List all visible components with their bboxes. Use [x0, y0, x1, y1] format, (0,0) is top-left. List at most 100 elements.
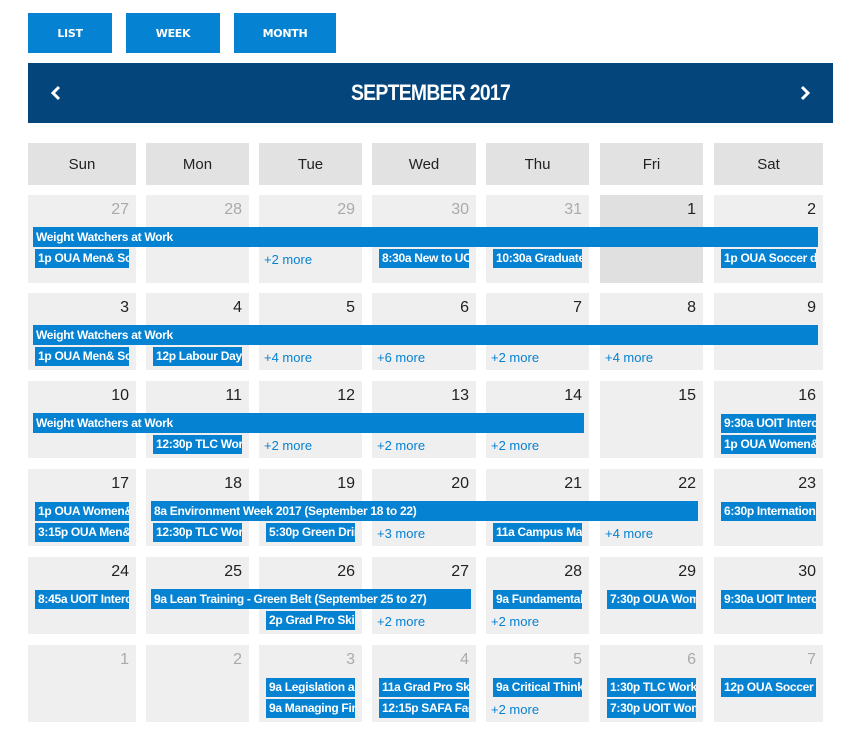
more-events-link[interactable]: +4 more — [605, 348, 653, 367]
day-number[interactable]: 16 — [798, 387, 816, 405]
calendar-event[interactable]: 9a Managing Finances — [266, 699, 355, 718]
day-number[interactable]: 7 — [573, 299, 582, 317]
weekday-sun: Sun — [28, 143, 136, 185]
day-number[interactable]: 15 — [678, 387, 696, 405]
day-number[interactable]: 6 — [460, 299, 469, 317]
calendar-event[interactable]: 1p OUA Women& Soccer — [721, 435, 816, 454]
day-cell[interactable]: 1 — [28, 645, 136, 722]
day-number[interactable]: 11 — [225, 387, 242, 405]
day-number[interactable]: 19 — [337, 475, 355, 493]
calendar-event[interactable]: 9:30a UOIT Intercampus — [721, 414, 816, 433]
day-number[interactable]: 7 — [807, 651, 816, 669]
day-cell[interactable]: 2 — [146, 645, 249, 722]
day-number[interactable]: 5 — [573, 651, 582, 669]
calendar-event[interactable]: 12p OUA Soccer — [721, 678, 816, 697]
more-events-link[interactable]: +4 more — [264, 348, 312, 367]
weekday-mon: Mon — [146, 143, 249, 185]
calendar-event[interactable]: 1p OUA Men& Soccer — [35, 347, 129, 366]
calendar-event[interactable]: 5:30p Green Drinks — [266, 523, 355, 542]
calendar-event[interactable]: 12:30p TLC Workshop — [153, 523, 242, 542]
calendar-event[interactable]: 6:30p International — [721, 502, 816, 521]
more-events-link[interactable]: +3 more — [377, 524, 425, 543]
calendar-event[interactable]: 8:30a New to UOIT — [379, 249, 469, 268]
day-number[interactable]: 6 — [687, 651, 696, 669]
calendar-event[interactable]: 3:15p OUA Men& Soccer — [35, 523, 129, 542]
day-number[interactable]: 28 — [224, 201, 242, 219]
calendar-event[interactable]: 12p Labour Day — [153, 347, 242, 366]
day-number[interactable]: 26 — [337, 563, 355, 581]
day-number[interactable]: 22 — [678, 475, 696, 493]
calendar-event[interactable]: 1p OUA Men& Soccer — [35, 249, 129, 268]
day-number[interactable]: 5 — [346, 299, 355, 317]
day-number[interactable]: 28 — [564, 563, 582, 581]
multi-day-event[interactable]: 9a Lean Training - Green Belt (September… — [151, 589, 471, 609]
month-view-button[interactable]: MONTH — [234, 13, 336, 53]
calendar-event[interactable]: 1p OUA Soccer doubleheader — [721, 249, 816, 268]
prev-month-button[interactable] — [42, 79, 70, 107]
day-number[interactable]: 27 — [111, 201, 129, 219]
day-cell[interactable]: 15 — [600, 381, 703, 458]
calendar-event[interactable]: 10:30a Graduate — [493, 249, 582, 268]
day-number[interactable]: 1 — [687, 201, 696, 219]
day-number[interactable]: 13 — [451, 387, 469, 405]
more-events-link[interactable]: +2 more — [264, 436, 312, 455]
more-events-link[interactable]: +4 more — [605, 524, 653, 543]
more-events-link[interactable]: +2 more — [377, 612, 425, 631]
day-number[interactable]: 17 — [111, 475, 129, 493]
calendar-event[interactable]: 12:15p SAFA Faculty — [379, 699, 469, 718]
calendar-event[interactable]: 11a Grad Pro Skills — [379, 678, 469, 697]
day-number[interactable]: 12 — [337, 387, 355, 405]
day-number[interactable]: 3 — [346, 651, 355, 669]
day-number[interactable]: 31 — [564, 201, 582, 219]
calendar-event[interactable]: 9:30a UOIT Intercampus — [721, 590, 816, 609]
multi-day-event[interactable]: Weight Watchers at Work — [33, 325, 818, 345]
weekday-fri: Fri — [600, 143, 703, 185]
list-view-button[interactable]: LIST — [28, 13, 112, 53]
day-number[interactable]: 20 — [451, 475, 469, 493]
calendar-event[interactable]: 9a Fundamentals — [493, 590, 582, 609]
more-events-link[interactable]: +6 more — [377, 348, 425, 367]
more-events-link[interactable]: +2 more — [491, 436, 539, 455]
more-events-link[interactable]: +2 more — [491, 612, 539, 631]
calendar-event[interactable]: 1:30p TLC Workshop — [607, 678, 696, 697]
day-number[interactable]: 3 — [120, 299, 129, 317]
multi-day-event[interactable]: 8a Environment Week 2017 (September 18 t… — [151, 501, 698, 521]
day-number[interactable]: 2 — [233, 651, 242, 669]
more-events-link[interactable]: +2 more — [491, 348, 539, 367]
calendar-event[interactable]: 12:30p TLC Workshop — [153, 435, 242, 454]
day-number[interactable]: 4 — [233, 299, 242, 317]
more-events-link[interactable]: +2 more — [377, 436, 425, 455]
day-number[interactable]: 29 — [678, 563, 696, 581]
calendar-event[interactable]: 8:45a UOIT Intercampus — [35, 590, 129, 609]
day-number[interactable]: 21 — [564, 475, 582, 493]
multi-day-event[interactable]: Weight Watchers at Work — [33, 413, 584, 433]
calendar-event[interactable]: 11a Campus Market — [493, 523, 582, 542]
more-events-link[interactable]: +2 more — [264, 250, 312, 269]
next-month-button[interactable] — [791, 79, 819, 107]
day-number[interactable]: 25 — [224, 563, 242, 581]
multi-day-event[interactable]: Weight Watchers at Work — [33, 227, 818, 247]
calendar-event[interactable]: 1p OUA Women& Soccer — [35, 502, 129, 521]
calendar-event[interactable]: 9a Critical Thinking — [493, 678, 582, 697]
day-number[interactable]: 14 — [564, 387, 582, 405]
calendar-event[interactable]: 7:30p OUA Women — [607, 590, 696, 609]
day-number[interactable]: 10 — [111, 387, 129, 405]
day-number[interactable]: 24 — [111, 563, 129, 581]
day-number[interactable]: 4 — [460, 651, 469, 669]
day-number[interactable]: 8 — [687, 299, 696, 317]
calendar-event[interactable]: 2p Grad Pro Skills — [266, 611, 355, 630]
day-number[interactable]: 18 — [224, 475, 242, 493]
day-number[interactable]: 2 — [807, 201, 816, 219]
day-number[interactable]: 30 — [798, 563, 816, 581]
more-events-link[interactable]: +2 more — [491, 700, 539, 719]
calendar-event[interactable]: 7:30p UOIT Women — [607, 699, 696, 718]
day-number[interactable]: 30 — [451, 201, 469, 219]
day-number[interactable]: 1 — [120, 651, 129, 669]
day-number[interactable]: 27 — [451, 563, 469, 581]
weekday-sat: Sat — [714, 143, 823, 185]
calendar-event[interactable]: 9a Legislation and — [266, 678, 355, 697]
day-number[interactable]: 9 — [807, 299, 816, 317]
week-view-button[interactable]: WEEK — [126, 13, 220, 53]
day-number[interactable]: 23 — [798, 475, 816, 493]
day-number[interactable]: 29 — [337, 201, 355, 219]
